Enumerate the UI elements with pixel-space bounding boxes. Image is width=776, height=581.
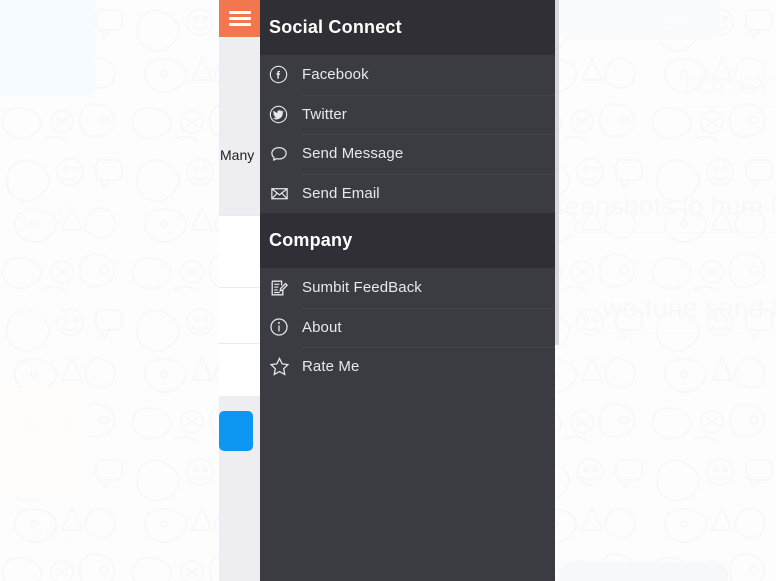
drawer-item-label: About (302, 318, 342, 336)
drawer-item-send-email[interactable]: Send Email (260, 173, 555, 213)
message-text: wo tune send kiye (603, 293, 776, 323)
message-divider (568, 333, 776, 334)
facebook-icon (269, 65, 302, 84)
message-timestamp: 08:25 (20, 415, 76, 438)
day-divider-label: TODAY (680, 72, 774, 100)
drawer-menu-group-social: Facebook Twitter Send Message Send Email (260, 55, 555, 213)
message-timestamp: 08:38 (20, 198, 76, 221)
app-screenshot: 08:38 08:30 08:25 08:22 19:57 TODAY reen… (0, 0, 776, 581)
drawer-header: Social Connect (260, 0, 555, 55)
unread-badge-tile[interactable] (219, 411, 253, 451)
hamburger-menu-icon (229, 11, 251, 26)
drawer-section-title-social: Social Connect (269, 17, 402, 37)
message-bubble-outgoing (0, 0, 95, 96)
drawer-item-twitter[interactable]: Twitter (260, 94, 555, 134)
drawer-item-label: Send Message (302, 145, 404, 163)
drawer-item-label: Rate Me (302, 358, 360, 376)
drawer-item-label: Sumbit FeedBack (302, 279, 422, 297)
star-outline-icon (269, 356, 302, 377)
message-text: reenshots jo hum log sh (556, 191, 776, 221)
info-circle-icon (269, 317, 302, 337)
drawer-item-send-message[interactable]: Send Message (260, 134, 555, 174)
drawer-menu-group-company: Sumbit FeedBack About Rate Me (260, 268, 555, 387)
message-divider (568, 232, 776, 233)
drawer-item-submit-feedback[interactable]: Sumbit FeedBack (260, 268, 555, 308)
list-divider (0, 285, 96, 286)
message-timestamp: 19:57 (663, 13, 711, 34)
day-divider-rule (662, 106, 774, 107)
chat-list-item-label: Many (220, 147, 255, 163)
navigation-drawer: Social Connect Facebook Twitter Send Mes… (260, 0, 555, 581)
drawer-item-rate-me[interactable]: Rate Me (260, 347, 555, 387)
list-divider (0, 345, 96, 346)
twitter-icon (269, 105, 302, 124)
strip-divider (219, 343, 261, 344)
feedback-note-icon (269, 278, 302, 298)
chat-bubble-icon (269, 144, 302, 164)
message-bubble-incoming (0, 388, 88, 498)
message-timestamp: 08:22 (20, 522, 76, 545)
drawer-item-label: Twitter (302, 105, 347, 123)
envelope-icon (269, 183, 302, 204)
strip-divider (219, 215, 261, 216)
message-timestamp: 08:30 (20, 306, 76, 329)
drawer-scrollbar-thumb[interactable] (555, 0, 559, 345)
drawer-item-about[interactable]: About (260, 307, 555, 347)
hamburger-menu-button[interactable] (219, 0, 261, 37)
drawer-item-facebook[interactable]: Facebook (260, 55, 555, 95)
strip-divider (219, 287, 261, 288)
drawer-section-title-company: Company (260, 213, 555, 268)
message-bubble-bottom-right (560, 562, 728, 581)
list-divider (0, 400, 96, 401)
drawer-item-label: Facebook (302, 66, 369, 84)
list-divider (0, 500, 96, 501)
chat-list-strip (219, 0, 261, 581)
drawer-item-label: Send Email (302, 184, 380, 202)
